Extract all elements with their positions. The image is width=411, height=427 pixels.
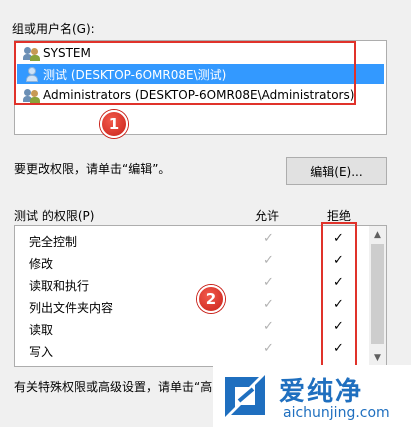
scroll-up-arrow-icon[interactable]: ▲	[369, 226, 386, 243]
edit-button[interactable]: 编辑(E)...	[286, 157, 387, 185]
permission-name: 列出文件夹内容	[29, 301, 114, 315]
permission-name: 读取和执行	[29, 279, 90, 293]
permission-row: 写入 ✓ ✓	[15, 339, 370, 361]
permission-row: 修改 ✓ ✓	[15, 251, 370, 273]
annotation-badge-2: 2	[197, 285, 225, 313]
allow-checkbox[interactable]: ✓	[263, 231, 274, 246]
annotation-box-users	[14, 41, 356, 105]
scroll-down-arrow-icon[interactable]: ▼	[369, 349, 386, 366]
permission-row: 读取和执行 ✓ ✓	[15, 273, 370, 295]
permission-row: 读取 ✓ ✓	[15, 317, 370, 339]
permission-row: 列出文件夹内容 ✓ ✓	[15, 295, 370, 317]
permissions-title: 测试 的权限(P)	[14, 209, 95, 223]
allow-checkbox[interactable]: ✓	[263, 319, 274, 334]
allow-checkbox[interactable]: ✓	[263, 275, 274, 290]
watermark-domain-text: aichunjing.com	[283, 405, 390, 421]
scroll-thumb[interactable]	[371, 244, 384, 344]
watermark-brand-text: 爱纯净	[279, 377, 364, 407]
permission-row: 完全控制 ✓ ✓	[15, 229, 370, 251]
special-permissions-hint: 有关特殊权限或高级设置，请单击“高	[14, 380, 213, 394]
watermark: 爱纯净 aichunjing.com	[213, 365, 411, 427]
change-permissions-hint: 要更改权限，请单击“编辑”。	[14, 162, 171, 176]
annotation-box-deny-column	[321, 222, 357, 367]
permission-name: 修改	[29, 257, 54, 271]
permission-name: 写入	[29, 345, 54, 359]
column-header-allow: 允许	[255, 209, 280, 223]
aichunjing-logo-icon	[225, 375, 265, 417]
annotation-badge-1: 1	[100, 110, 128, 138]
allow-checkbox[interactable]: ✓	[263, 341, 274, 356]
allow-checkbox[interactable]: ✓	[263, 297, 274, 312]
allow-checkbox[interactable]: ✓	[263, 253, 274, 268]
vertical-scrollbar[interactable]: ▲ ▼	[369, 226, 386, 366]
permission-name: 读取	[29, 323, 54, 337]
permission-name: 完全控制	[29, 235, 78, 249]
group-or-user-names-label: 组或用户名(G):	[12, 22, 95, 36]
